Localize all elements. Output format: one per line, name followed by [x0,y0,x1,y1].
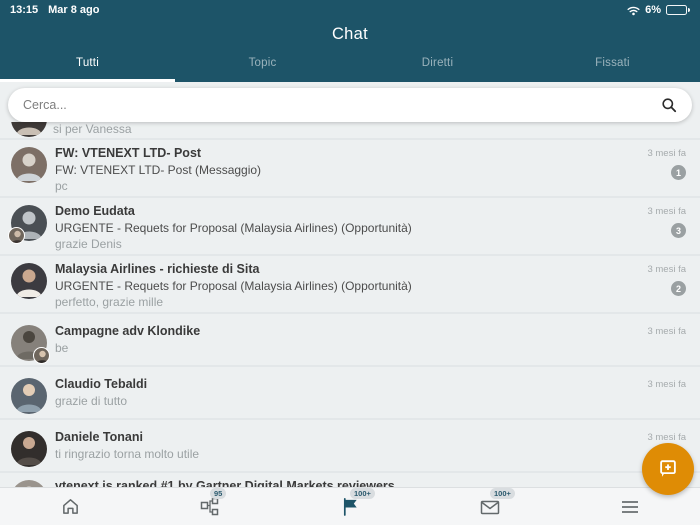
list-item[interactable]: Campagne adv Klondike be 3 mesi fa [0,312,700,365]
status-date: Mar 8 ago [48,4,100,16]
chat-title: Campagne adv Klondike [55,324,201,338]
chat-meta: 3 mesi fa [634,429,686,443]
processes-icon: 95 [199,487,227,518]
chat-text: Daniele Tonani ti ringrazio torna molto … [47,429,634,462]
list-item[interactable]: FW: VTENEXT LTD- Post FW: VTENEXT LTD- P… [0,138,700,196]
chat-preview: perfetto, grazie mille [55,295,164,309]
nav-home[interactable] [0,488,140,525]
chat-meta: 3 mesi fa [634,376,686,390]
list-item[interactable]: Daniele Tonani ti ringrazio torna molto … [0,418,700,471]
home-icon [59,496,81,518]
status-left: 13:15 Mar 8 ago [10,4,100,16]
nav-mail[interactable]: 100+ [420,487,560,525]
nav-menu[interactable] [560,488,700,525]
chat-flag-icon: 100+ [339,487,375,518]
avatar [11,431,47,467]
page-title: Chat [331,25,369,43]
chat-time: 3 mesi fa [647,206,686,217]
avatar [11,263,47,299]
tab-tutti[interactable]: Tutti [0,50,175,82]
chat-time: 3 mesi fa [647,432,686,443]
mail-icon: 100+ [479,487,515,518]
chat-app-screen: 13:15 Mar 8 ago 6% Chat Tutti Topic Dire… [0,0,700,525]
mail-badge: 100+ [490,487,515,499]
avatar-group [8,205,47,244]
tab-fissati[interactable]: Fissati [525,50,700,82]
chat-title: Demo Eudata [55,204,135,218]
tab-bar: Tutti Topic Diretti Fissati [0,50,700,82]
battery-percent: 6% [645,4,661,16]
nav-processes[interactable]: 95 [140,487,280,525]
chat-text: Campagne adv Klondike be [47,323,634,356]
processes-badge: 95 [210,487,227,499]
chat-title: Malaysia Airlines - richieste di Sita [55,262,260,276]
tab-diretti[interactable]: Diretti [350,50,525,82]
wifi-icon [627,5,640,16]
chat-time: 3 mesi fa [647,379,686,390]
chat-text: FW: VTENEXT LTD- Post FW: VTENEXT LTD- P… [47,145,634,194]
search-input[interactable] [23,98,661,112]
avatar [11,122,47,137]
chat-badge: 100+ [350,487,375,499]
avatar [11,147,47,183]
chat-subtitle: FW: VTENEXT LTD- Post (Messaggio) [55,163,262,177]
chat-title: Claudio Tebaldi [55,377,148,391]
chat-text: Claudio Tebaldi grazie di tutto [47,376,634,409]
chat-text: Malaysia Airlines - richieste di Sita UR… [47,261,634,310]
search-bar[interactable] [8,88,692,122]
chat-preview: pc [55,179,68,193]
unread-badge: 3 [671,223,686,238]
list-item[interactable]: Claudio Tebaldi grazie di tutto 3 mesi f… [0,365,700,418]
chat-subtitle: URGENTE - Requets for Proposal (Malaysia… [55,279,412,293]
chat-time: 3 mesi fa [647,148,686,159]
chat-subtitle: URGENTE - Requets for Proposal (Malaysia… [55,221,412,235]
new-chat-fab[interactable] [642,443,694,495]
add-chat-icon [657,458,679,480]
list-item[interactable]: Malaysia Airlines - richieste di Sita UR… [0,254,700,312]
avatar [11,378,47,414]
top-bar: 13:15 Mar 8 ago 6% Chat Tutti Topic Dire… [0,0,700,82]
list-item-partial[interactable]: si per Vanessa [0,122,700,138]
chat-time: 3 mesi fa [647,326,686,337]
nav-chat[interactable]: 100+ [280,487,420,525]
chat-list-area: si per Vanessa FW: VTENEXT LTD- Post FW:… [0,82,700,525]
chat-preview: be [55,341,69,355]
bottom-nav: 95 100+ 100+ [0,487,700,525]
chat-meta: 3 mesi fa 3 [634,203,686,238]
chat-title: Daniele Tonani [55,430,143,444]
unread-badge: 1 [671,165,686,180]
list-item[interactable]: Demo Eudata URGENTE - Requets for Propos… [0,196,700,254]
chat-meta: 3 mesi fa [634,323,686,337]
chat-list: si per Vanessa FW: VTENEXT LTD- Post FW:… [0,104,700,525]
chat-meta: 3 mesi fa 1 [634,145,686,180]
battery-icon [666,5,690,15]
chat-meta: 3 mesi fa 2 [634,261,686,296]
chat-time: 3 mesi fa [647,264,686,275]
chat-preview: si per Vanessa [53,122,132,136]
unread-badge: 2 [671,281,686,296]
status-bar: 13:15 Mar 8 ago 6% [0,0,700,20]
chat-title: FW: VTENEXT LTD- Post [55,146,202,160]
status-time: 13:15 [10,4,39,16]
chat-preview: grazie Denis [55,237,122,251]
avatar-group [11,325,50,364]
tab-topic[interactable]: Topic [175,50,350,82]
chat-preview: ti ringrazio torna molto utile [55,447,200,461]
search-icon[interactable] [661,97,677,113]
chat-preview: grazie di tutto [55,394,128,408]
chat-text: Demo Eudata URGENTE - Requets for Propos… [47,203,634,252]
menu-icon [619,496,641,518]
status-right: 6% [627,4,690,16]
